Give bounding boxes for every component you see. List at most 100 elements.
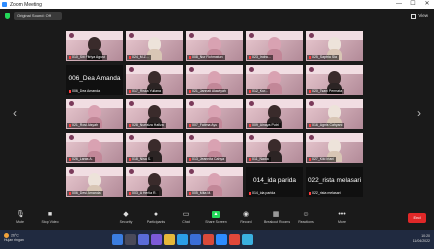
zoom-app-icon — [2, 2, 7, 7]
participant-display-name: 022_rista melasari — [307, 177, 362, 184]
breakout-rooms-icon: ▦ — [272, 211, 280, 218]
participant-video-tile[interactable]: 028_Nurfaiza Hafiza — [126, 99, 183, 129]
meeting-top-bar: Original Sound: Off View — [0, 9, 434, 23]
participant-video-tile[interactable]: 025_Saptria Sia — [306, 31, 363, 61]
participant-name-label: 021_Jannati Alawiyah — [187, 89, 228, 94]
search-icon[interactable] — [125, 234, 136, 245]
reactions-button[interactable]: ☺ Reactions — [294, 210, 318, 228]
participant-name-text: 018_Nisa S. — [132, 157, 152, 161]
participant-name-label: 003_A Herlia R. — [127, 191, 159, 196]
participant-name-text: 021_Jannati Alawiyah — [192, 89, 226, 93]
participant-video-tile[interactable]: 006_Dea Amanda 006_Dea Amanda — [66, 65, 123, 95]
more-button[interactable]: ••• More — [330, 210, 354, 228]
school-logo-icon — [69, 135, 74, 140]
participant-video-tile[interactable]: 013_Jeannita Cahya — [186, 133, 243, 163]
participant-video-tile[interactable]: 006_Desi Amanda — [66, 167, 123, 197]
participant-video-tile[interactable]: 016_Agnis Cahyani — [306, 99, 363, 129]
participant-video-tile[interactable]: 003_A Herlia R. — [126, 167, 183, 197]
teams-icon[interactable] — [151, 234, 162, 245]
participants-icon: ● — [153, 211, 159, 218]
participant-video-tile[interactable]: 014_ida parida 014_ida parida — [246, 167, 303, 197]
weather-widget[interactable]: 26°C Hujan ringan — [4, 233, 24, 243]
participant-video-tile[interactable]: 018_Nisa S. — [126, 133, 183, 163]
participants-button[interactable]: ● Participants — [144, 210, 168, 228]
stop-video-button[interactable]: ■ Stop Video — [38, 210, 62, 228]
participant-name-text: 026_Laras A. — [72, 157, 93, 161]
muted-mic-icon — [249, 89, 251, 93]
school-logo-icon — [189, 33, 194, 38]
file-explorer-icon[interactable] — [164, 234, 175, 245]
participant-name-text: 006_Desi Amanda — [72, 191, 101, 195]
participant-video-tile[interactable]: 021_Jannati Alawiyah — [186, 65, 243, 95]
participant-video-tile[interactable]: 021_Rosi Aisyah — [66, 99, 123, 129]
record-button[interactable]: ◉ Record — [234, 210, 258, 228]
chat-button[interactable]: ▭ Chat — [174, 210, 198, 228]
maximize-button[interactable]: ☐ — [406, 0, 420, 9]
participant-video-tile[interactable]: 024_M.Z... — [126, 31, 183, 61]
participant-video-tile[interactable]: 023_Indra... — [246, 31, 303, 61]
participant-video-tile[interactable]: 020_Tsani Permata — [306, 65, 363, 95]
participant-name-text: 016_Agnis Cahyani — [312, 123, 343, 127]
view-button[interactable]: View — [411, 12, 428, 20]
participant-name-label: 011_Nadia — [247, 157, 271, 162]
participant-name-label: 008_Nur Rohmatun — [187, 55, 225, 60]
participant-video-tile[interactable]: 008_Nur Rohmatun — [186, 31, 243, 61]
edge-icon[interactable] — [177, 234, 188, 245]
share-screen-button[interactable]: ▲ Share Screen — [204, 210, 228, 228]
participant-name-label: 028_Nurfaiza Hafiza — [127, 123, 166, 128]
participant-video-tile[interactable]: 007_Fatima Ayu — [186, 99, 243, 129]
muted-mic-icon — [69, 157, 71, 161]
window-controls: — ☐ ✕ — [392, 0, 434, 9]
system-tray-clock[interactable]: 10:20 11/04/2022 — [413, 234, 430, 244]
muted-mic-icon — [69, 89, 71, 93]
clock-date: 11/04/2022 — [412, 239, 430, 243]
office-icon[interactable] — [203, 234, 214, 245]
participant-name-text: 014_ida parida — [252, 191, 276, 195]
participant-video-tile[interactable]: 017_Riska Yuliana — [126, 65, 183, 95]
mute-button[interactable]: 🎙 Mute — [8, 210, 32, 228]
prev-page-arrow[interactable]: ‹ — [10, 106, 20, 120]
security-button[interactable]: ◆ Security — [114, 210, 138, 228]
view-label: View — [418, 13, 428, 18]
participant-video-tile[interactable]: 005_Mita M. — [186, 167, 243, 197]
chrome-icon[interactable] — [229, 234, 240, 245]
task-view-icon[interactable] — [138, 234, 149, 245]
next-page-arrow[interactable]: › — [414, 106, 424, 120]
breakout-rooms-button[interactable]: ▦ Breakout Rooms — [264, 210, 290, 228]
participant-video-tile[interactable]: 011_Nadia — [246, 133, 303, 163]
word-icon[interactable] — [242, 234, 253, 245]
participant-name-text: 010_Siti Fitriya Agust — [72, 55, 105, 59]
participant-video-tile[interactable]: 027_Kiki Iriani — [306, 133, 363, 163]
participant-video-tile[interactable]: 026_Laras A. — [66, 133, 123, 163]
participant-video-tile[interactable]: 010_Siti Fitriya Agust — [66, 31, 123, 61]
school-logo-icon — [69, 169, 74, 174]
participant-video-tile[interactable]: 012_Kur... — [246, 65, 303, 95]
muted-mic-icon — [189, 89, 191, 93]
participant-name-text: 017_Riska Yuliana — [132, 89, 161, 93]
participant-name-text: 020_Tsani Permata — [312, 89, 343, 93]
school-logo-icon — [249, 101, 254, 106]
participant-video-tile[interactable]: 022_rista melasari 022_rista melasari — [306, 167, 363, 197]
shield-icon[interactable] — [5, 13, 10, 19]
zoom-taskbar-icon[interactable] — [216, 234, 227, 245]
participant-name-label: 007_Fatima Ayu — [187, 123, 220, 128]
school-logo-icon — [309, 33, 314, 38]
minimize-button[interactable]: — — [392, 0, 406, 9]
muted-mic-icon — [309, 55, 311, 59]
muted-mic-icon — [69, 191, 71, 195]
participant-video-tile[interactable]: 009_Ainaya Putri — [246, 99, 303, 129]
close-button[interactable]: ✕ — [420, 0, 434, 9]
participant-name-text: 007_Fatima Ayu — [192, 123, 218, 127]
record-label: Record — [240, 220, 252, 224]
end-meeting-button[interactable]: End — [408, 213, 426, 223]
windows-start-icon[interactable] — [112, 234, 123, 245]
school-logo-icon — [129, 33, 134, 38]
muted-mic-icon — [249, 55, 251, 59]
school-logo-icon — [129, 169, 134, 174]
school-logo-icon — [129, 135, 134, 140]
original-sound-toggle[interactable]: Original Sound: Off — [14, 12, 62, 20]
participant-name-text: 003_A Herlia R. — [132, 191, 157, 195]
participant-name-label: 018_Nisa S. — [127, 157, 154, 162]
store-icon[interactable] — [190, 234, 201, 245]
clock-time: 10:20 — [421, 234, 430, 238]
